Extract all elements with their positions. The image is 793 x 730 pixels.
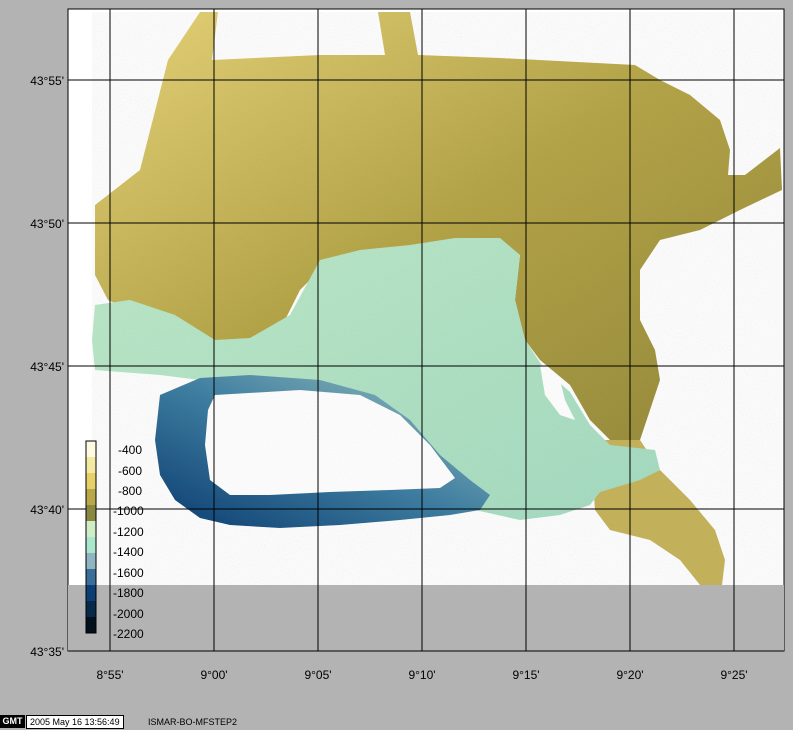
- colorbar-swatch: [86, 457, 96, 474]
- lon-label: 9°10': [408, 668, 435, 682]
- lon-label: 9°20': [616, 668, 643, 682]
- colorbar-label: -1800: [113, 586, 144, 600]
- colorbar-swatch: [86, 441, 96, 458]
- colorbar-label: -400: [118, 443, 142, 457]
- colorbar-label: -2200: [113, 627, 144, 641]
- colorbar-swatches: [86, 441, 96, 634]
- lon-label: 9°00': [200, 668, 227, 682]
- run-label: ISMAR-BO-MFSTEP2: [148, 717, 238, 727]
- longitude-labels: 8°55' 9°00' 9°05' 9°10' 9°15' 9°20' 9°25…: [96, 668, 747, 682]
- gmt-logo: GMT: [0, 715, 25, 728]
- lat-label: 43°45': [30, 360, 64, 374]
- colorbar-label: -800: [118, 484, 142, 498]
- colorbar-swatch: [86, 617, 96, 634]
- colorbar-label: -2000: [113, 607, 144, 621]
- colorbar-swatch: [86, 585, 96, 602]
- lon-label: 9°15': [512, 668, 539, 682]
- plot-footer: GMT 2005 May 16 13:56:49 ISMAR-BO-MFSTEP…: [0, 714, 793, 730]
- lat-label: 43°35': [30, 645, 64, 659]
- colorbar-swatch: [86, 601, 96, 618]
- colorbar-label: -1400: [113, 545, 144, 559]
- colorbar-label: -1000: [113, 504, 144, 518]
- colorbar-swatch: [86, 505, 96, 522]
- colorbar-swatch: [86, 537, 96, 554]
- lat-label: 43°50': [30, 217, 64, 231]
- lon-label: 9°25': [720, 668, 747, 682]
- lat-label: 43°55': [30, 74, 64, 88]
- colorbar-label: -1600: [113, 566, 144, 580]
- lon-label: 8°55': [96, 668, 123, 682]
- timestamp: 2005 May 16 13:56:49: [26, 715, 124, 729]
- no-data-region: [68, 585, 784, 651]
- colorbar-swatch: [86, 521, 96, 538]
- bathymetry-map: 8°55' 9°00' 9°05' 9°10' 9°15' 9°20' 9°25…: [30, 8, 785, 682]
- colorbar-swatch: [86, 569, 96, 586]
- latitude-labels: 43°55' 43°50' 43°45' 43°40' 43°35': [30, 74, 64, 659]
- lat-label: 43°40': [30, 503, 64, 517]
- colorbar-swatch: [86, 553, 96, 570]
- colorbar-label: -1200: [113, 525, 144, 539]
- colorbar-label: -600: [118, 464, 142, 478]
- colorbar-swatch: [86, 489, 96, 506]
- colorbar-swatch: [86, 473, 96, 490]
- lon-label: 9°05': [304, 668, 331, 682]
